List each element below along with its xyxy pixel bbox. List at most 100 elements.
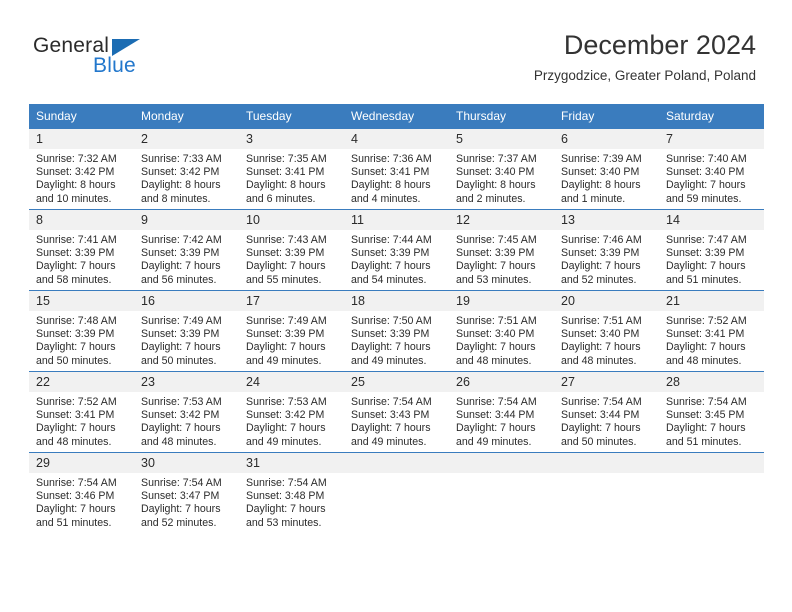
- calendar-day-cell[interactable]: 20 Sunrise: 7:51 AM Sunset: 3:40 PM Dayligh…: [554, 290, 659, 372]
- calendar-week-row: 29 Sunrise: 7:54 AM Sunset: 3:46 PM Dayligh…: [29, 452, 764, 533]
- calendar-day-cell[interactable]: 18 Sunrise: 7:50 AM Sunset: 3:39 PM Dayligh…: [344, 290, 449, 372]
- calendar-day-cell[interactable]: 2 Sunrise: 7:33 AM Sunset: 3:42 PM Daylight…: [134, 128, 239, 210]
- daylight-text-line1: Daylight: 7 hours: [456, 260, 536, 273]
- sunset-text: Sunset: 3:48 PM: [246, 490, 325, 503]
- sunrise-text: Sunrise: 7:54 AM: [456, 396, 537, 408]
- calendar-cell-empty: [554, 452, 659, 533]
- day-details: Sunrise: 7:53 AM Sunset: 3:42 PM Daylight:…: [239, 392, 344, 449]
- daylight-text-line2: and 6 minutes.: [246, 192, 316, 205]
- day-details: Sunrise: 7:52 AM Sunset: 3:41 PM Daylight:…: [659, 311, 764, 368]
- calendar-day-cell[interactable]: 16 Sunrise: 7:49 AM Sunset: 3:39 PM Dayligh…: [134, 290, 239, 372]
- day-details: Sunrise: 7:54 AM Sunset: 3:46 PM Daylight:…: [29, 473, 134, 530]
- day-details: Sunrise: 7:36 AM Sunset: 3:41 PM Daylight:…: [344, 149, 449, 206]
- calendar-day-cell[interactable]: 5 Sunrise: 7:37 AM Sunset: 3:40 PM Daylight…: [449, 128, 554, 210]
- daylight-text-line2: and 49 minutes.: [351, 435, 427, 448]
- sunrise-text: Sunrise: 7:46 AM: [561, 234, 642, 246]
- day-number: 5: [449, 129, 554, 149]
- day-number: 15: [29, 291, 134, 311]
- sunrise-text: Sunrise: 7:49 AM: [141, 315, 222, 327]
- calendar-day-cell[interactable]: 25 Sunrise: 7:54 AM Sunset: 3:43 PM Dayligh…: [344, 371, 449, 453]
- sunrise-text: Sunrise: 7:41 AM: [36, 234, 117, 246]
- calendar-day-cell[interactable]: 21 Sunrise: 7:52 AM Sunset: 3:41 PM Dayligh…: [659, 290, 764, 372]
- sunrise-text: Sunrise: 7:45 AM: [456, 234, 537, 246]
- day-details: Sunrise: 7:33 AM Sunset: 3:42 PM Daylight:…: [134, 149, 239, 206]
- calendar-day-cell[interactable]: 24 Sunrise: 7:53 AM Sunset: 3:42 PM Dayligh…: [239, 371, 344, 453]
- calendar-week-row: 22 Sunrise: 7:52 AM Sunset: 3:41 PM Dayligh…: [29, 371, 764, 453]
- daylight-text-line2: and 50 minutes.: [36, 354, 112, 367]
- general-blue-logo[interactable]: General Blue: [33, 34, 263, 84]
- day-details: Sunrise: 7:42 AM Sunset: 3:39 PM Daylight:…: [134, 230, 239, 287]
- sunrise-text: Sunrise: 7:54 AM: [141, 477, 222, 489]
- day-details: Sunrise: 7:54 AM Sunset: 3:48 PM Daylight:…: [239, 473, 344, 530]
- calendar-day-cell[interactable]: 13 Sunrise: 7:46 AM Sunset: 3:39 PM Dayligh…: [554, 209, 659, 291]
- day-number: 21: [659, 291, 764, 311]
- sunset-text: Sunset: 3:45 PM: [666, 409, 745, 422]
- sunrise-text: Sunrise: 7:37 AM: [456, 153, 537, 165]
- page-title: December 2024: [563, 30, 756, 60]
- calendar-day-cell[interactable]: 9 Sunrise: 7:42 AM Sunset: 3:39 PM Daylight…: [134, 209, 239, 291]
- sunset-text: Sunset: 3:40 PM: [561, 166, 640, 179]
- day-number: 2: [134, 129, 239, 149]
- daylight-text-line1: Daylight: 7 hours: [666, 341, 746, 354]
- calendar-week-row: 15 Sunrise: 7:48 AM Sunset: 3:39 PM Dayligh…: [29, 290, 764, 372]
- daylight-text-line1: Daylight: 7 hours: [666, 260, 746, 273]
- day-details: Sunrise: 7:44 AM Sunset: 3:39 PM Daylight:…: [344, 230, 449, 287]
- daylight-text-line2: and 48 minutes.: [456, 354, 532, 367]
- calendar-day-cell[interactable]: 14 Sunrise: 7:47 AM Sunset: 3:39 PM Dayligh…: [659, 209, 764, 291]
- calendar-day-cell[interactable]: 10 Sunrise: 7:43 AM Sunset: 3:39 PM Dayligh…: [239, 209, 344, 291]
- calendar-day-cell[interactable]: 29 Sunrise: 7:54 AM Sunset: 3:46 PM Dayligh…: [29, 452, 134, 533]
- daylight-text-line2: and 58 minutes.: [36, 273, 112, 286]
- day-number: [659, 453, 764, 473]
- sunset-text: Sunset: 3:40 PM: [666, 166, 745, 179]
- day-number: 6: [554, 129, 659, 149]
- daylight-text-line1: Daylight: 7 hours: [456, 341, 536, 354]
- calendar-day-cell[interactable]: 19 Sunrise: 7:51 AM Sunset: 3:40 PM Dayligh…: [449, 290, 554, 372]
- calendar-day-cell[interactable]: 12 Sunrise: 7:45 AM Sunset: 3:39 PM Dayligh…: [449, 209, 554, 291]
- daylight-text-line2: and 1 minute.: [561, 192, 626, 205]
- daylight-text-line2: and 4 minutes.: [351, 192, 421, 205]
- calendar-day-cell[interactable]: 4 Sunrise: 7:36 AM Sunset: 3:41 PM Daylight…: [344, 128, 449, 210]
- calendar-day-cell[interactable]: 7 Sunrise: 7:40 AM Sunset: 3:40 PM Daylight…: [659, 128, 764, 210]
- daylight-text-line1: Daylight: 7 hours: [36, 341, 116, 354]
- calendar-day-cell[interactable]: 30 Sunrise: 7:54 AM Sunset: 3:47 PM Dayligh…: [134, 452, 239, 533]
- sunset-text: Sunset: 3:39 PM: [351, 328, 430, 341]
- calendar-day-cell[interactable]: 17 Sunrise: 7:49 AM Sunset: 3:39 PM Dayligh…: [239, 290, 344, 372]
- sunset-text: Sunset: 3:40 PM: [456, 166, 535, 179]
- calendar-page: General Blue December 2024 Przygodzice, …: [0, 0, 792, 612]
- daylight-text-line2: and 48 minutes.: [141, 435, 217, 448]
- calendar-day-cell[interactable]: 26 Sunrise: 7:54 AM Sunset: 3:44 PM Dayligh…: [449, 371, 554, 453]
- day-details: Sunrise: 7:54 AM Sunset: 3:44 PM Daylight:…: [554, 392, 659, 449]
- weekday-header-monday: Monday: [134, 104, 239, 129]
- daylight-text-line2: and 51 minutes.: [666, 273, 742, 286]
- day-details: Sunrise: 7:32 AM Sunset: 3:42 PM Daylight:…: [29, 149, 134, 206]
- calendar-day-cell[interactable]: 3 Sunrise: 7:35 AM Sunset: 3:41 PM Daylight…: [239, 128, 344, 210]
- calendar-day-cell[interactable]: 31 Sunrise: 7:54 AM Sunset: 3:48 PM Dayligh…: [239, 452, 344, 533]
- day-details: Sunrise: 7:51 AM Sunset: 3:40 PM Daylight:…: [554, 311, 659, 368]
- calendar-day-cell[interactable]: 11 Sunrise: 7:44 AM Sunset: 3:39 PM Dayligh…: [344, 209, 449, 291]
- weekday-header-friday: Friday: [554, 104, 659, 129]
- calendar-day-cell[interactable]: 22 Sunrise: 7:52 AM Sunset: 3:41 PM Dayligh…: [29, 371, 134, 453]
- calendar-day-cell[interactable]: 15 Sunrise: 7:48 AM Sunset: 3:39 PM Dayligh…: [29, 290, 134, 372]
- calendar-day-cell[interactable]: 8 Sunrise: 7:41 AM Sunset: 3:39 PM Daylight…: [29, 209, 134, 291]
- day-number: 10: [239, 210, 344, 230]
- day-number: [449, 453, 554, 473]
- day-number: 13: [554, 210, 659, 230]
- day-number: 26: [449, 372, 554, 392]
- daylight-text-line2: and 53 minutes.: [456, 273, 532, 286]
- sunset-text: Sunset: 3:39 PM: [561, 247, 640, 260]
- calendar-day-cell[interactable]: 23 Sunrise: 7:53 AM Sunset: 3:42 PM Dayligh…: [134, 371, 239, 453]
- calendar-day-cell[interactable]: 1 Sunrise: 7:32 AM Sunset: 3:42 PM Daylight…: [29, 128, 134, 210]
- daylight-text-line1: Daylight: 7 hours: [141, 341, 221, 354]
- weekday-header-sunday: Sunday: [29, 104, 134, 129]
- calendar-day-cell[interactable]: 27 Sunrise: 7:54 AM Sunset: 3:44 PM Dayligh…: [554, 371, 659, 453]
- day-number: 7: [659, 129, 764, 149]
- sunset-text: Sunset: 3:42 PM: [141, 166, 220, 179]
- sunset-text: Sunset: 3:41 PM: [351, 166, 430, 179]
- calendar-day-cell[interactable]: 6 Sunrise: 7:39 AM Sunset: 3:40 PM Daylight…: [554, 128, 659, 210]
- sunrise-text: Sunrise: 7:54 AM: [351, 396, 432, 408]
- daylight-text-line1: Daylight: 7 hours: [456, 422, 536, 435]
- day-number: 19: [449, 291, 554, 311]
- calendar-day-cell[interactable]: 28 Sunrise: 7:54 AM Sunset: 3:45 PM Dayligh…: [659, 371, 764, 453]
- sunrise-text: Sunrise: 7:49 AM: [246, 315, 327, 327]
- day-number: 16: [134, 291, 239, 311]
